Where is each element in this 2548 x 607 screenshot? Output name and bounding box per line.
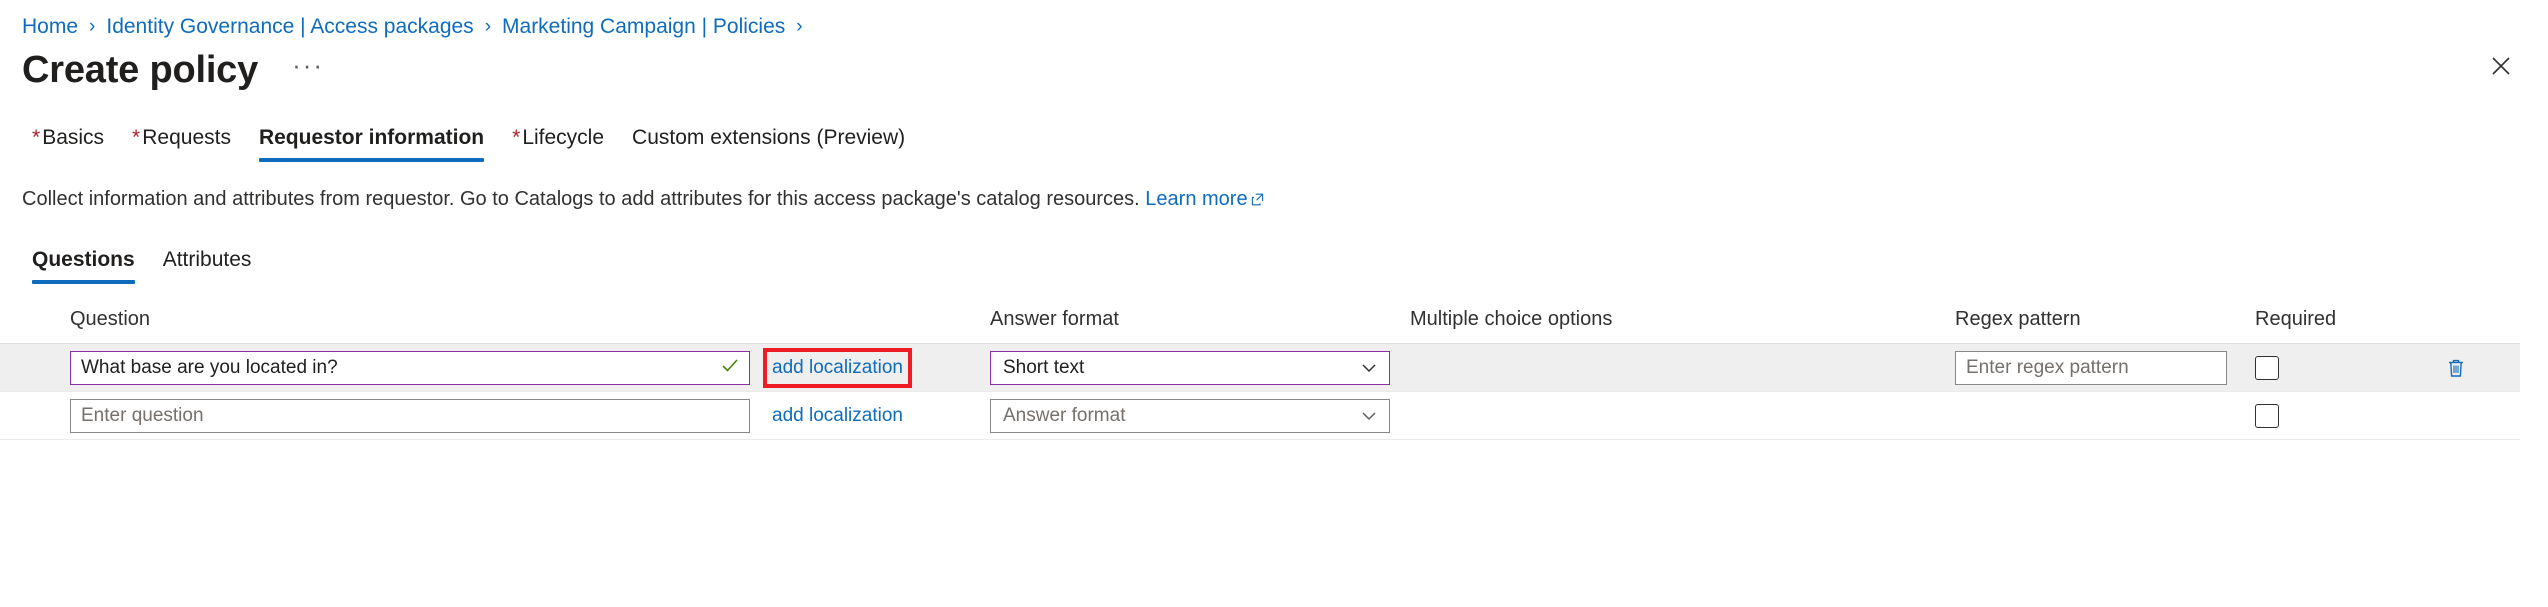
learn-more-link[interactable]: Learn more — [1145, 188, 1263, 210]
tab-requestor-information[interactable]: Requestor information — [245, 119, 498, 164]
breadcrumb-item-marketing-campaign[interactable]: Marketing Campaign | Policies — [502, 16, 785, 37]
tab-lifecycle[interactable]: *Lifecycle — [498, 119, 618, 164]
actions-cell — [2440, 352, 2520, 384]
tab-custom-extensions-label: Custom extensions (Preview) — [632, 126, 905, 149]
column-header-regex-pattern: Regex pattern — [1955, 308, 2255, 331]
tab-custom-extensions[interactable]: Custom extensions (Preview) — [618, 119, 919, 164]
question-input[interactable] — [70, 399, 750, 433]
tab-requests[interactable]: *Requests — [118, 119, 245, 164]
learn-more-label: Learn more — [1145, 188, 1247, 210]
add-localization-link[interactable]: add localization — [770, 403, 905, 429]
questions-table: Question Answer format Multiple choice o… — [0, 308, 2520, 440]
external-link-icon — [1251, 187, 1264, 213]
subtab-attributes-label: Attributes — [163, 248, 252, 271]
required-checkbox[interactable] — [2255, 404, 2279, 428]
table-header-row: Question Answer format Multiple choice o… — [0, 308, 2520, 344]
table-row: add localization Short text — [0, 344, 2520, 392]
trash-icon — [2444, 356, 2468, 380]
subtab-questions-label: Questions — [32, 248, 135, 271]
page-header: Create policy ··· — [0, 37, 2548, 91]
subtab-questions[interactable]: Questions — [18, 241, 149, 286]
breadcrumb-item-home[interactable]: Home — [22, 16, 78, 37]
required-checkbox[interactable] — [2255, 356, 2279, 380]
breadcrumb-item-identity-governance[interactable]: Identity Governance | Access packages — [106, 16, 473, 37]
required-cell — [2255, 356, 2440, 380]
tab-lifecycle-label: Lifecycle — [522, 126, 604, 149]
required-marker: * — [512, 126, 520, 149]
section-description: Collect information and attributes from … — [0, 164, 2548, 213]
close-icon — [2490, 55, 2512, 77]
tab-requestor-information-label: Requestor information — [259, 126, 484, 149]
answer-format-value: Short text — [1003, 357, 1084, 379]
page-title: Create policy — [22, 51, 258, 91]
question-cell: add localization — [0, 399, 990, 433]
regex-pattern-cell — [1955, 351, 2255, 385]
tab-basics[interactable]: *Basics — [18, 119, 118, 164]
more-options-button[interactable]: ··· — [284, 57, 332, 84]
regex-pattern-input[interactable] — [1955, 351, 2227, 385]
question-input-wrapper — [70, 399, 750, 433]
column-header-answer-format: Answer format — [990, 308, 1400, 331]
column-header-question: Question — [0, 308, 990, 331]
question-input[interactable] — [70, 351, 750, 385]
column-header-required: Required — [2255, 308, 2440, 331]
tab-basics-label: Basics — [42, 126, 104, 149]
answer-format-cell: Short text — [990, 351, 1400, 385]
table-row: add localization Answer format — [0, 392, 2520, 440]
breadcrumb: Home › Identity Governance | Access pack… — [0, 0, 2548, 37]
breadcrumb-separator: › — [796, 17, 802, 36]
close-button[interactable] — [2480, 45, 2522, 87]
chevron-down-icon — [1359, 358, 1379, 378]
required-marker: * — [32, 126, 40, 149]
wizard-tabs: *Basics *Requests Requestor information … — [0, 91, 2548, 164]
add-localization-link[interactable]: add localization — [770, 355, 905, 381]
answer-format-cell: Answer format — [990, 399, 1400, 433]
tab-requests-label: Requests — [142, 126, 231, 149]
column-header-multiple-choice-options: Multiple choice options — [1400, 308, 1955, 331]
breadcrumb-separator: › — [89, 17, 95, 36]
chevron-down-icon — [1359, 406, 1379, 426]
delete-question-button[interactable] — [2440, 352, 2472, 384]
question-cell: add localization — [0, 351, 990, 385]
required-cell — [2255, 404, 2440, 428]
breadcrumb-separator: › — [485, 17, 491, 36]
question-input-wrapper — [70, 351, 750, 385]
required-marker: * — [132, 126, 140, 149]
answer-format-placeholder: Answer format — [1003, 405, 1125, 427]
answer-format-dropdown[interactable]: Answer format — [990, 399, 1390, 433]
content-subtabs: Questions Attributes — [0, 213, 2548, 286]
subtab-attributes[interactable]: Attributes — [149, 241, 266, 286]
answer-format-dropdown[interactable]: Short text — [990, 351, 1390, 385]
section-description-text: Collect information and attributes from … — [22, 188, 1140, 210]
